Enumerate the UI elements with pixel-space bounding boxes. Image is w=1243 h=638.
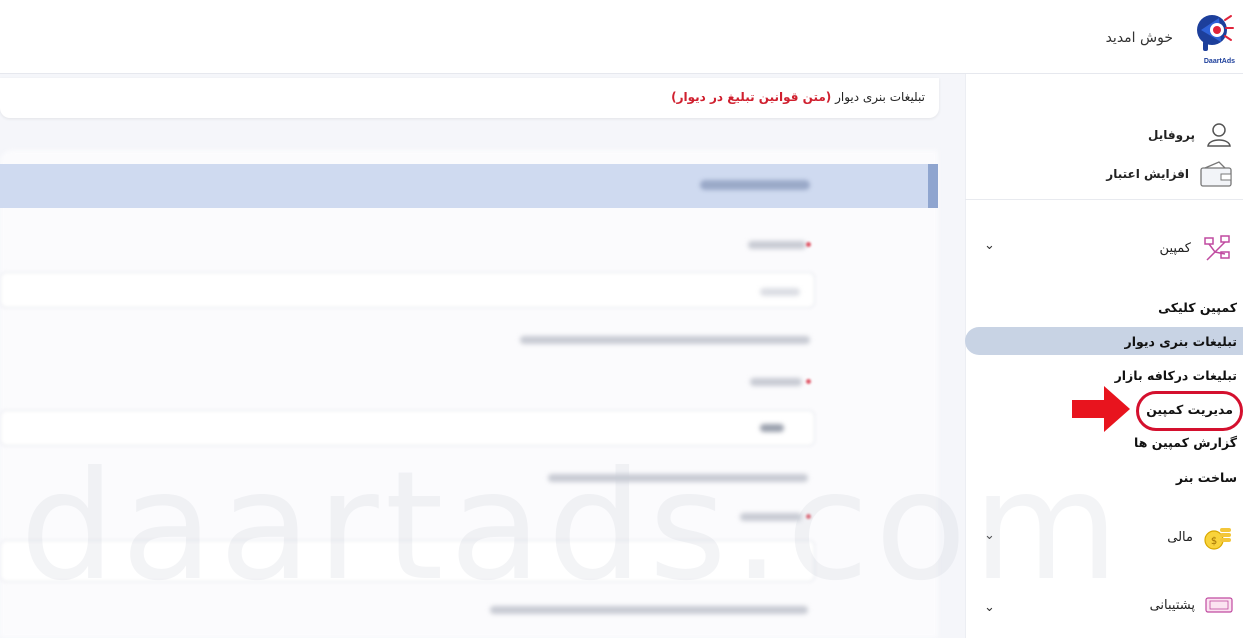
- sidebar-item-profile[interactable]: پروفایل: [1148, 121, 1233, 149]
- sidebar-item-campaign[interactable]: کمپین: [1160, 232, 1233, 264]
- rules-link[interactable]: (متن قوانین تبلیغ در دیوار): [671, 90, 831, 104]
- form-card-title: [700, 180, 810, 190]
- sidebar-label-profile: پروفایل: [1147, 128, 1195, 142]
- sidebar-item-add-credit[interactable]: افزایش اعتبار: [1106, 160, 1233, 188]
- form-input[interactable]: [0, 272, 815, 308]
- top-header: DaartAds خوش امدید: [0, 0, 1243, 74]
- notice-title: تبلیغات بنری دیوار: [831, 90, 925, 104]
- select-value: [760, 424, 784, 432]
- logo-text: DaartAds: [1203, 58, 1235, 65]
- red-arrow-icon: [1072, 386, 1130, 432]
- sidebar-subitem-click-campaign[interactable]: کمپین کلیکی: [1158, 300, 1237, 315]
- welcome-text: خوش امدید: [1105, 30, 1173, 46]
- sidebar-subitem-divar-banner[interactable]: تبلیغات بنری دیوار: [1125, 334, 1237, 349]
- field-label: [750, 378, 802, 386]
- form-select[interactable]: [0, 410, 815, 446]
- sidebar-divider: [965, 199, 1243, 200]
- required-marker: [806, 242, 811, 247]
- input-placeholder: [760, 288, 800, 296]
- campaign-icon: [1204, 235, 1230, 261]
- required-marker: [806, 514, 811, 519]
- chevron-down-icon[interactable]: ⌄: [984, 600, 995, 615]
- required-marker: [806, 379, 811, 384]
- chevron-down-icon[interactable]: ⌄: [984, 528, 995, 543]
- sidebar: [965, 74, 1243, 638]
- sidebar-item-finance[interactable]: $ مالی: [1167, 522, 1233, 552]
- svg-text:$: $: [1211, 536, 1217, 547]
- sidebar-label-add-credit: افزایش اعتبار: [1106, 167, 1189, 181]
- sidebar-label-finance: مالی: [1167, 529, 1193, 545]
- chevron-down-icon[interactable]: ⌄: [984, 238, 995, 253]
- field-help-text: [490, 606, 808, 614]
- field-help-text: [520, 336, 810, 344]
- ticket-icon: [1205, 597, 1233, 613]
- coins-icon: $: [1204, 528, 1231, 550]
- field-label: [748, 241, 806, 249]
- sidebar-subitem-cafebazaar[interactable]: تبلیغات درکافه بازار: [1115, 368, 1237, 383]
- sidebar-subitem-campaign-management[interactable]: مدیریت کمپین: [1146, 402, 1233, 417]
- sidebar-subitem-banner-builder[interactable]: ساخت بنر: [1176, 470, 1237, 485]
- sidebar-subitem-campaign-reports[interactable]: گزارش کمپین ها: [1134, 435, 1237, 450]
- user-icon: [1207, 123, 1231, 147]
- form-card-header-edge: [928, 164, 938, 208]
- sidebar-item-support[interactable]: پشتیبانی: [1150, 596, 1233, 614]
- field-label: [740, 513, 802, 521]
- form-textarea[interactable]: [0, 540, 815, 582]
- notice-text: تبلیغات بنری دیوار (متن قوانین تبلیغ در …: [671, 90, 925, 104]
- field-help-text: [548, 474, 808, 482]
- wallet-icon: [1200, 161, 1232, 187]
- sidebar-label-support: پشتیبانی: [1149, 597, 1195, 613]
- sidebar-label-campaign: کمپین: [1159, 240, 1191, 256]
- notice-bar: تبلیغات بنری دیوار (متن قوانین تبلیغ در …: [0, 78, 939, 118]
